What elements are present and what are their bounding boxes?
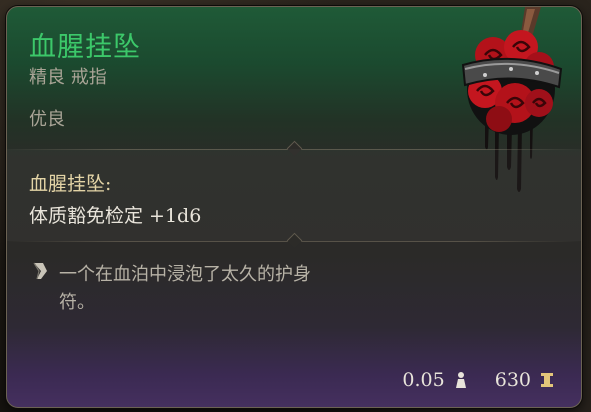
effect-title: 血腥挂坠: xyxy=(29,173,112,195)
flavor-text-line-2: 符。 xyxy=(59,292,95,313)
effects-section: 血腥挂坠: 体质豁免检定 +1d6 xyxy=(7,149,581,241)
item-name: 血腥挂坠 xyxy=(29,32,141,63)
item-tooltip: 血腥挂坠 精良 戒指 优良 血腥挂坠: 体质豁免检定 +1d6 一个在血泊中浸泡… xyxy=(6,6,582,408)
item-rarity: 优良 xyxy=(29,109,65,130)
item-footer: 0.05 630 xyxy=(402,367,555,393)
quill-icon xyxy=(33,262,47,280)
effect-description: 体质豁免检定 +1d6 xyxy=(29,205,202,227)
item-type-line: 精良 戒指 xyxy=(29,67,107,88)
gold-coin-icon xyxy=(541,373,553,387)
weight-icon xyxy=(455,372,466,388)
flavor-text: 一个在血泊中浸泡了太久的护身 符。 xyxy=(59,261,379,317)
flavor-text-line-1: 一个在血泊中浸泡了太久的护身 xyxy=(59,264,311,285)
item-value: 630 xyxy=(494,369,531,391)
item-weight: 0.05 xyxy=(402,369,445,391)
